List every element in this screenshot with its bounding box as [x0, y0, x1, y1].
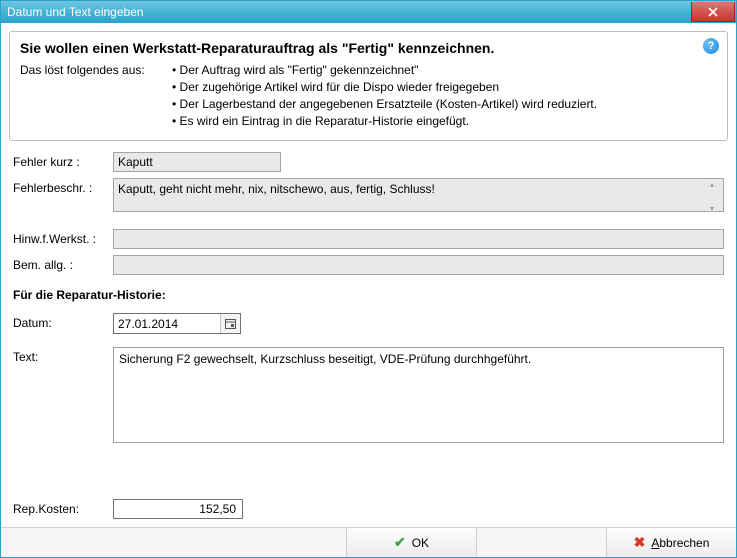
close-button[interactable] [691, 2, 735, 22]
button-separator [476, 528, 606, 557]
info-bullet: Der Lagerbestand der angegebenen Ersatzt… [172, 96, 597, 113]
history-section-head: Für die Reparatur-Historie: [13, 288, 724, 302]
button-bar: ✔ OK ✖ Abbrechen [1, 527, 736, 557]
content-area: ? Sie wollen einen Werkstatt-Reparaturau… [1, 23, 736, 557]
check-icon: ✔ [394, 534, 406, 551]
label-fehlerbeschr: Fehlerbeschr. : [13, 178, 113, 195]
info-bullets: Der Auftrag wird als "Fertig" gekennzeic… [172, 62, 597, 130]
fehlerbeschr-field: Kaputt, geht nicht mehr, nix, nitschewo,… [113, 178, 724, 212]
info-bullet: Der zugehörige Artikel wird für die Disp… [172, 79, 597, 96]
info-bullet: Der Auftrag wird als "Fertig" gekennzeic… [172, 62, 597, 79]
close-icon [708, 7, 718, 17]
cancel-button[interactable]: ✖ Abbrechen [606, 528, 736, 557]
info-lead: Das löst folgendes aus: [20, 62, 148, 130]
info-bullet: Es wird ein Eintrag in die Reparatur-His… [172, 113, 597, 130]
cancel-icon: ✖ [634, 534, 646, 551]
label-rep-kosten: Rep.Kosten: [13, 499, 113, 516]
hinw-werkst-field [113, 229, 724, 249]
rep-kosten-input[interactable] [113, 499, 243, 519]
ok-button-label: OK [412, 536, 429, 550]
label-fehler-kurz: Fehler kurz : [13, 152, 113, 169]
label-hinw-werkst: Hinw.f.Werkst. : [13, 229, 113, 246]
calendar-icon [225, 318, 236, 329]
info-panel: ? Sie wollen einen Werkstatt-Reparaturau… [9, 31, 728, 141]
bem-allg-field [113, 255, 724, 275]
cancel-button-label: Abbrechen [651, 536, 709, 550]
ok-button[interactable]: ✔ OK [346, 528, 476, 557]
label-datum: Datum: [13, 313, 113, 330]
label-bem-allg: Bem. allg. : [13, 255, 113, 272]
form-area: Fehler kurz : Fehlerbeschr. : Kaputt, ge… [1, 145, 736, 527]
date-field-wrap [113, 313, 241, 334]
window-title: Datum und Text eingeben [7, 5, 691, 19]
title-bar: Datum und Text eingeben [1, 1, 736, 23]
fehler-kurz-field [113, 152, 281, 172]
dialog-window: Datum und Text eingeben ? Sie wollen ein… [0, 0, 737, 558]
label-text: Text: [13, 347, 113, 364]
help-icon[interactable]: ? [703, 38, 719, 54]
text-input[interactable]: Sicherung F2 gewechselt, Kurzschluss bes… [113, 347, 724, 443]
info-heading: Sie wollen einen Werkstatt-Reparaturauft… [20, 40, 717, 56]
date-picker-button[interactable] [220, 314, 240, 333]
datum-input[interactable] [114, 314, 220, 333]
